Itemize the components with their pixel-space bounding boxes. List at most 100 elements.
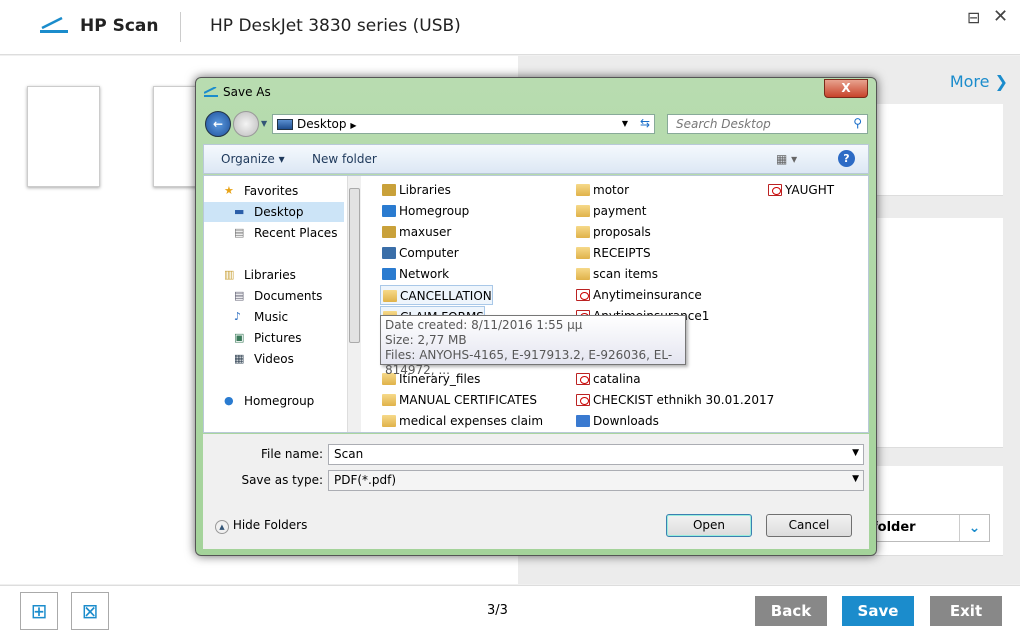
address-text: Desktop xyxy=(297,117,347,131)
add-page-icon: ⊞ xyxy=(30,599,48,623)
file-item[interactable]: payment xyxy=(574,201,646,221)
refresh-icon[interactable]: ⇆ xyxy=(640,116,650,130)
back-button[interactable]: Back xyxy=(755,596,827,626)
file-item[interactable]: Network xyxy=(380,264,449,284)
file-name: Network xyxy=(399,267,450,281)
address-bar[interactable]: Desktop ▶ ▼ ⇆ xyxy=(272,114,655,134)
folder-icon xyxy=(576,205,590,217)
favorites-icon: ★ xyxy=(224,184,234,197)
forward-arrow-button[interactable] xyxy=(233,111,259,137)
file-item[interactable]: maxuser xyxy=(380,222,451,242)
file-item[interactable]: medical expenses claim xyxy=(380,411,543,431)
recent-locations-dropdown[interactable]: ▼ xyxy=(261,119,267,128)
page-thumbnail-1[interactable] xyxy=(27,86,100,187)
nav-item-desktop[interactable]: ▬ Desktop xyxy=(204,202,344,222)
footer-bar: ⊞ ⊠ 3/3 Back Save Exit xyxy=(0,585,1020,638)
address-dropdown-icon[interactable]: ▼ xyxy=(622,119,628,128)
file-item[interactable]: Downloads xyxy=(574,411,659,431)
back-arrow-button[interactable]: ← xyxy=(205,111,231,137)
help-icon[interactable]: ? xyxy=(838,150,855,167)
delete-page-button[interactable]: ⊠ xyxy=(71,592,109,630)
nav-item-label: Music xyxy=(254,310,289,324)
folder-icon xyxy=(576,268,590,280)
scrollbar-thumb[interactable] xyxy=(349,188,360,343)
file-browser: ★ Favorites ▬ Desktop ▤ Recent Places ▥ Librari… xyxy=(203,175,869,433)
desktop-icon: ▬ xyxy=(234,205,245,218)
cancel-button[interactable]: Cancel xyxy=(766,514,852,537)
minimize-button[interactable]: ⊟ xyxy=(967,8,980,27)
folder-icon xyxy=(383,290,397,302)
chevron-down-icon: ▼ xyxy=(852,474,859,484)
folder-icon xyxy=(382,394,396,406)
file-item[interactable]: MANUAL CERTIFICATES xyxy=(380,390,537,410)
network-icon xyxy=(382,268,396,280)
nav-item-label: Favorites xyxy=(244,184,299,198)
search-input[interactable]: Search Desktop ⚲ xyxy=(667,114,868,134)
file-item[interactable]: Libraries xyxy=(380,180,451,200)
file-item[interactable]: motor xyxy=(574,180,629,200)
file-item[interactable]: CANCELLATION xyxy=(380,285,493,305)
file-name: CHECKIST ethnikh 30.01.2017 xyxy=(593,393,775,407)
chevron-up-icon: ▲ xyxy=(215,520,229,534)
save-options: File name: Scan ▼ Save as type: PDF(*.pdf… xyxy=(203,434,869,549)
downloads-icon xyxy=(576,415,590,427)
dialog-close-button[interactable]: X xyxy=(824,79,868,98)
hide-folders-toggle[interactable]: ▲ Hide Folders xyxy=(215,518,307,534)
file-item[interactable]: CHECKIST ethnikh 30.01.2017 xyxy=(574,390,774,410)
nav-item-label: Desktop xyxy=(254,205,304,219)
nav-scrollbar[interactable] xyxy=(347,176,361,432)
nav-item-recent-places[interactable]: ▤ Recent Places xyxy=(204,223,344,243)
file-item[interactable]: proposals xyxy=(574,222,651,242)
pictures-icon: ▣ xyxy=(234,331,245,344)
file-name-input[interactable]: Scan ▼ xyxy=(328,444,864,465)
new-folder-button[interactable]: New folder xyxy=(312,152,377,166)
nav-item-label: Libraries xyxy=(244,268,296,282)
organize-menu[interactable]: Organize ▾ xyxy=(221,152,285,166)
file-name: maxuser xyxy=(399,225,452,239)
nav-item-label: Pictures xyxy=(254,331,302,345)
page-thumbnail-2[interactable] xyxy=(153,86,198,187)
more-link[interactable]: More ❯ xyxy=(950,72,1008,91)
file-name: CANCELLATION xyxy=(400,289,492,303)
libraries-icon: ▥ xyxy=(224,268,235,281)
nav-item-pictures[interactable]: ▣ Pictures xyxy=(204,328,344,348)
maxuser-icon xyxy=(382,226,396,238)
file-item[interactable]: Anytimeinsurance xyxy=(574,285,702,305)
save-button[interactable]: Save xyxy=(842,596,914,626)
homegroup-icon xyxy=(382,205,396,217)
open-button[interactable]: Open xyxy=(666,514,752,537)
file-name-value: Scan xyxy=(334,447,364,461)
view-options-icon[interactable]: ▦ ▾ xyxy=(776,152,797,166)
nav-item-homegroup[interactable]: ● Homegroup xyxy=(204,391,344,411)
file-item[interactable]: YAUGHT xyxy=(766,180,834,200)
file-name: payment xyxy=(593,204,647,218)
tooltip-files: Files: ANYOHS-4165, E-917913.2, E-926036… xyxy=(385,348,673,377)
music-icon: ♪ xyxy=(234,310,242,323)
file-item[interactable]: RECEIPTS xyxy=(574,243,651,263)
nav-item-documents[interactable]: ▤ Documents xyxy=(204,286,344,306)
file-item[interactable]: scan items xyxy=(574,264,658,284)
save-type-value: PDF(*.pdf) xyxy=(334,473,397,487)
desktop-icon xyxy=(277,119,293,130)
exit-button[interactable]: Exit xyxy=(930,596,1002,626)
file-item[interactable]: Computer xyxy=(380,243,459,263)
chevron-down-icon[interactable]: ▼ xyxy=(852,448,859,458)
app-header: HP Scan HP DeskJet 3830 series (USB) ⊟ ✕ xyxy=(0,0,1020,55)
nav-item-libraries[interactable]: ▥ Libraries xyxy=(204,265,344,285)
chevron-right-icon: ❯ xyxy=(994,72,1008,91)
recent-places-icon: ▤ xyxy=(234,226,245,239)
file-name: Anytimeinsurance xyxy=(593,288,702,302)
file-name: RECEIPTS xyxy=(593,246,651,260)
app-title: HP Scan xyxy=(80,16,159,36)
close-app-button[interactable]: ✕ xyxy=(993,6,1008,27)
file-item[interactable]: Homegroup xyxy=(380,201,469,221)
folder-icon xyxy=(576,226,590,238)
nav-item-music[interactable]: ♪ Music xyxy=(204,307,344,327)
add-page-button[interactable]: ⊞ xyxy=(20,592,58,630)
folder-tooltip: Date created: 8/11/2016 1:55 μμ Size: 2,… xyxy=(380,315,686,377)
nav-item-favorites[interactable]: ★ Favorites xyxy=(204,181,344,201)
destination-select[interactable]: folder ⌄ xyxy=(863,514,990,542)
hide-folders-label: Hide Folders xyxy=(232,518,308,532)
save-type-select[interactable]: PDF(*.pdf) ▼ xyxy=(328,470,864,491)
nav-item-videos[interactable]: ▦ Videos xyxy=(204,349,344,369)
